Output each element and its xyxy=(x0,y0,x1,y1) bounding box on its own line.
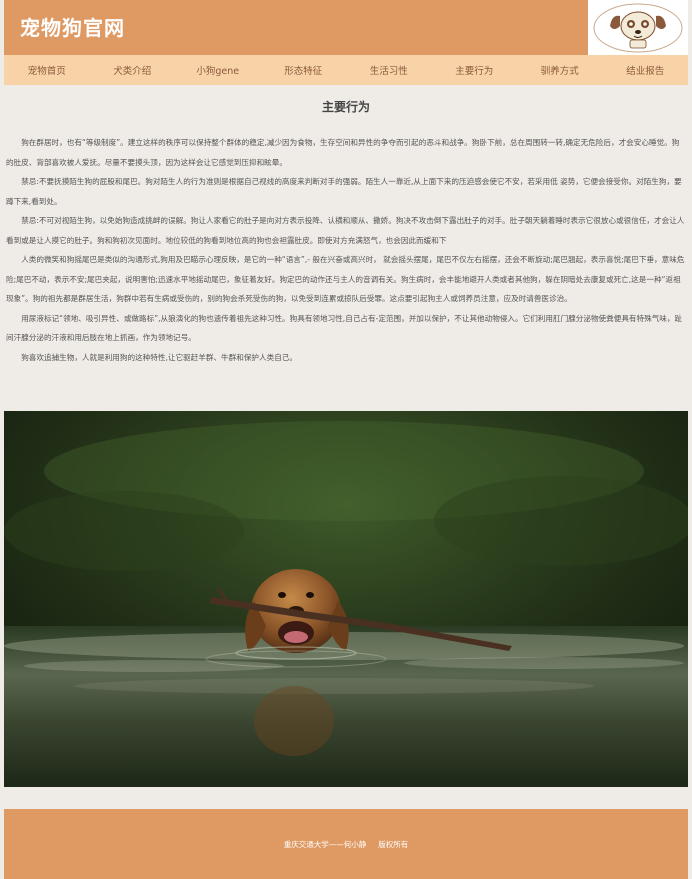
footer-author: 重庆交通大学——何小静 xyxy=(283,839,367,849)
paragraph: 狗喜欢追捕生物，人就是利用狗的这种特性,让它驱赶羊群、牛群和保护人类自己。 xyxy=(21,352,297,362)
nav-item-puppy-gene[interactable]: 小狗gene xyxy=(175,63,261,77)
paragraph: 狗在群居时，也有“等级制度”。建立这样的秩序可以保持整个群体的稳定,减少因为食物… xyxy=(6,138,680,167)
site-title: 宠物狗官网 xyxy=(20,16,125,40)
main-content: 主要行为 狗在群居时，也有“等级制度”。建立这样的秩序可以保持整个群体的稳定,减… xyxy=(4,86,688,367)
dog-swimming-photo xyxy=(4,411,688,787)
nav-item-training[interactable]: 驯养方式 xyxy=(517,63,603,77)
nav-item-behavior[interactable]: 主要行为 xyxy=(432,63,518,77)
logo[interactable] xyxy=(588,0,688,55)
footer-rights: 版权所有 xyxy=(378,839,409,849)
page-title: 主要行为 xyxy=(321,100,370,114)
site-footer: 重庆交通大学——何小静 版权所有 xyxy=(4,809,688,879)
paragraph: 禁忌:不可对视陌生狗，以免始狗造成挑衅的误解。狗让人家看它的肚子是向对方表示投降… xyxy=(6,216,685,245)
dog-swimming-with-stick-icon xyxy=(4,411,688,787)
nav-item-home[interactable]: 宠物首页 xyxy=(4,63,90,77)
paragraph: 禁忌:不要抚摸陌生狗的屁股和尾巴。狗对陌生人的行为准则是根据自己视线的高度来判断… xyxy=(6,177,682,206)
nav-item-breeds[interactable]: 犬类介绍 xyxy=(90,63,176,77)
nav-item-morphology[interactable]: 形态特征 xyxy=(261,63,347,77)
dog-cartoon-logo-icon xyxy=(593,3,683,52)
paragraph: 用尿液标记“领地、吸引异性、或做路标”,从狼演化的狗也遗传着祖先这种习性。狗具有… xyxy=(6,313,683,343)
main-nav: 宠物首页 犬类介绍 小狗gene 形态特征 生活习性 主要行为 驯养方式 结业报… xyxy=(4,55,688,85)
paragraph: 人类的微笑和狗摇尾巴是类似的沟通形式,狗用及巴瞄示心理反映，是它的一种“语言”,… xyxy=(6,255,685,303)
site-header: 宠物狗官网 xyxy=(4,0,688,55)
nav-item-report[interactable]: 结业报告 xyxy=(603,63,689,77)
nav-item-habits[interactable]: 生活习性 xyxy=(346,63,432,77)
